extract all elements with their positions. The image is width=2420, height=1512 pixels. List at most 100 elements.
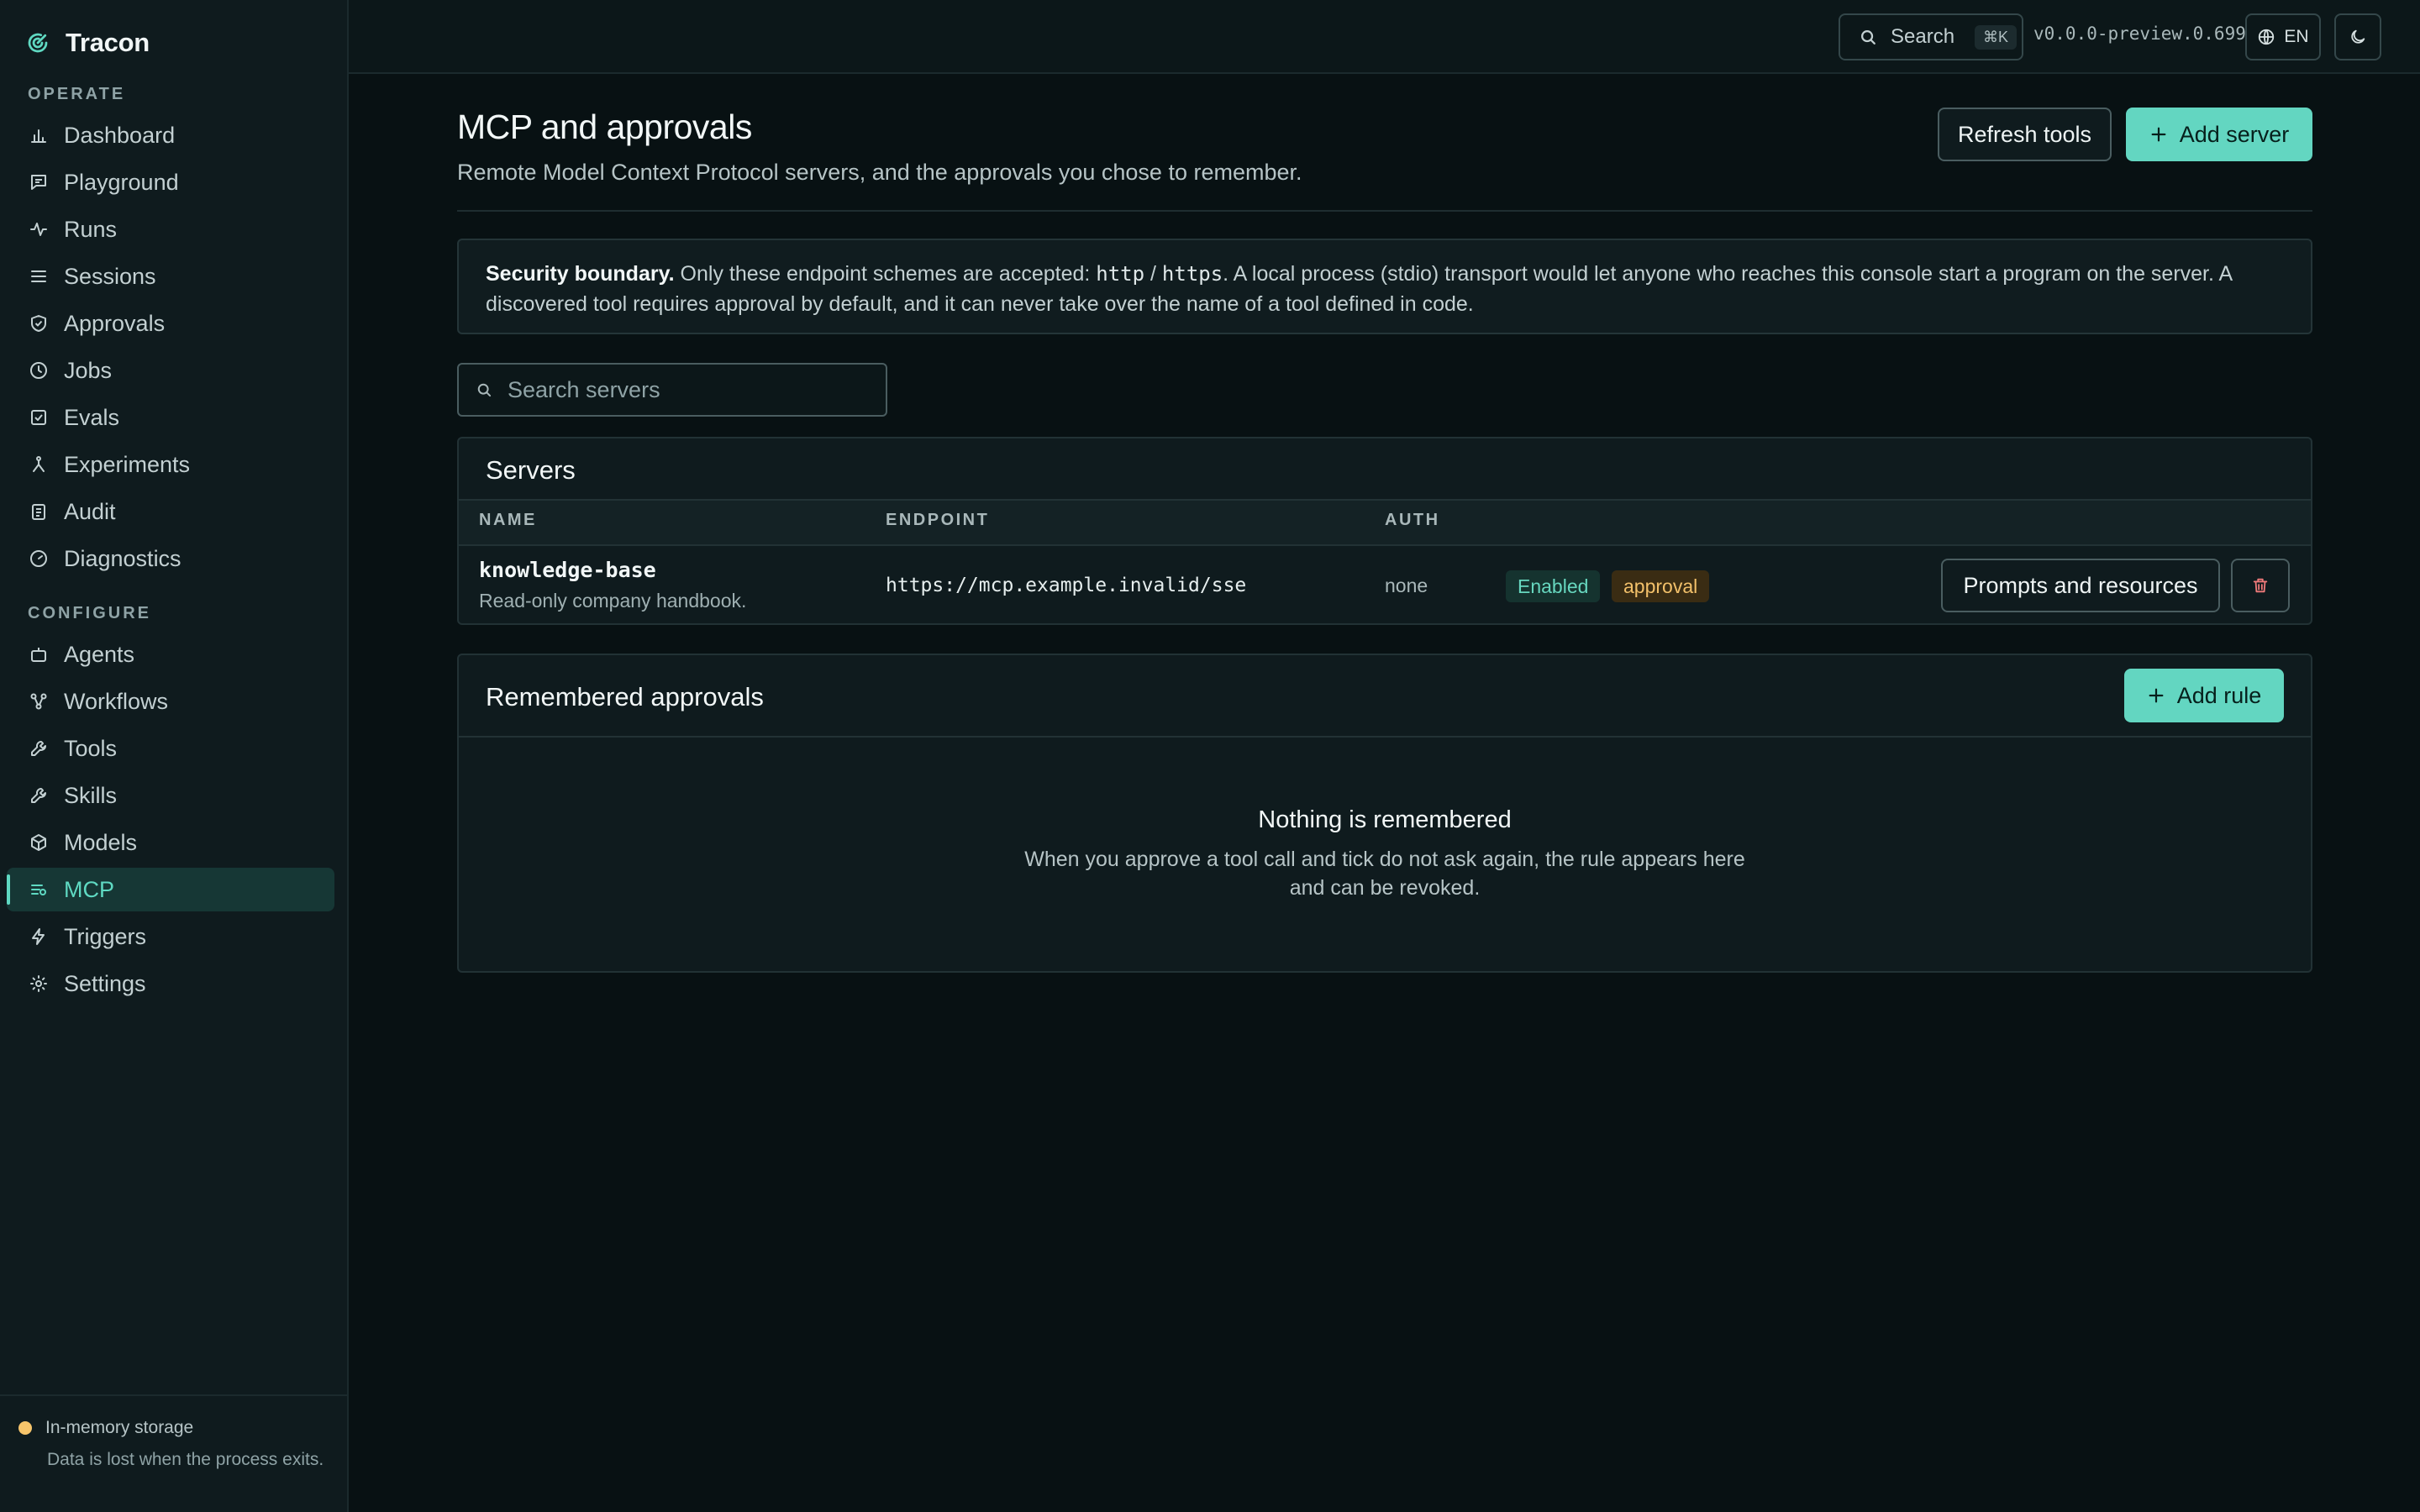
search-shortcut: ⌘K	[1975, 24, 2018, 50]
policy-badge: approval	[1612, 570, 1710, 602]
notice-lead: Security boundary.	[486, 262, 675, 286]
add-rule-label: Add rule	[2176, 682, 2262, 708]
server-search-field[interactable]	[457, 363, 887, 417]
add-server-label: Add server	[2179, 121, 2290, 147]
wrench-icon	[31, 788, 46, 803]
sidebar-item-dashboard[interactable]: Dashboard	[7, 113, 334, 157]
sidebar-item-label: Workflows	[64, 688, 169, 714]
sidebar-item-label: Models	[64, 829, 138, 855]
storage-status-dot	[18, 1421, 32, 1435]
global-search-label: Search	[1891, 25, 1955, 48]
column-header-endpoint: ENDPOINT	[886, 511, 990, 529]
add-rule-button[interactable]: Add rule	[2124, 669, 2284, 722]
global-search-button[interactable]: Search ⌘K	[1839, 13, 2023, 60]
refresh-tools-label: Refresh tools	[1957, 121, 2092, 147]
sun-icon	[30, 975, 47, 992]
add-server-button[interactable]: Add server	[2126, 108, 2312, 161]
page-subtitle: Remote Model Context Protocol servers, a…	[457, 160, 1302, 185]
theme-toggle-button[interactable]	[2334, 13, 2381, 60]
sidebar-item-triggers[interactable]: Triggers	[7, 915, 334, 958]
notice-text: Only these endpoint schemes are accepted…	[674, 262, 1097, 286]
plus-icon	[2149, 688, 2164, 703]
version-label: v0.0.0-preview.0.699	[2033, 24, 2246, 44]
sidebar-item-label: Skills	[64, 782, 118, 808]
sidebar-item-label: Triggers	[64, 923, 147, 949]
scheme-separator: /	[1144, 262, 1162, 286]
sidebar-item-audit[interactable]: Audit	[7, 490, 334, 533]
sidebar-item-workflows[interactable]: Workflows	[7, 680, 334, 723]
sidebar-item-jobs[interactable]: Jobs	[7, 349, 334, 392]
bar-chart-icon	[31, 129, 46, 143]
workflow-icon	[30, 693, 47, 710]
shield-check-icon	[31, 315, 46, 332]
sidebar-item-label: Sessions	[64, 263, 156, 289]
storage-title: In-memory storage	[45, 1418, 194, 1437]
sidebar-item-agents[interactable]: Agents	[7, 633, 334, 676]
sidebar-item-approvals[interactable]: Approvals	[7, 302, 334, 345]
checkbox-icon	[31, 410, 46, 425]
sidebar-item-label: Dashboard	[64, 122, 176, 148]
approvals-title: Remembered approvals	[486, 682, 764, 711]
refresh-tools-button[interactable]: Refresh tools	[1938, 108, 2112, 161]
sidebar-item-label: MCP	[64, 876, 114, 902]
storage-description: Data is lost when the process exits.	[47, 1450, 324, 1469]
sidebar-item-skills[interactable]: Skills	[7, 774, 334, 817]
brand[interactable]: Tracon	[25, 25, 150, 60]
search-icon	[477, 383, 492, 397]
prompts-resources-label: Prompts and resources	[1963, 572, 2198, 598]
clock-icon	[30, 362, 47, 379]
sidebar-item-label: Settings	[64, 970, 146, 996]
sidebar-item-runs[interactable]: Runs	[7, 207, 334, 251]
header-divider	[457, 210, 2312, 212]
servers-title: Servers	[486, 455, 576, 485]
sidebar-item-evals[interactable]: Evals	[7, 396, 334, 439]
sidebar-item-sessions[interactable]: Sessions	[7, 255, 334, 298]
plus-icon	[2151, 127, 2166, 142]
empty-state-description: When you approve a tool call and tick do…	[1024, 848, 1745, 900]
scheme-http: http	[1096, 262, 1145, 286]
section-label-configure: CONFIGURE	[28, 604, 151, 622]
mcp-icon	[31, 885, 46, 895]
cube-icon	[31, 834, 46, 851]
sidebar-item-label: Agents	[64, 641, 135, 667]
message-icon	[31, 175, 46, 190]
server-auth: none	[1385, 575, 1428, 596]
sidebar-item-label: Diagnostics	[64, 545, 182, 571]
language-button[interactable]: EN	[2245, 13, 2321, 60]
sidebar-item-diagnostics[interactable]: Diagnostics	[7, 537, 334, 580]
globe-icon	[2259, 29, 2275, 45]
sidebar-item-tools[interactable]: Tools	[7, 727, 334, 770]
sidebar-item-label: Jobs	[64, 357, 113, 383]
sidebar-item-experiments[interactable]: Experiments	[7, 443, 334, 486]
sidebar-item-settings[interactable]: Settings	[7, 962, 334, 1005]
column-header-name: NAME	[479, 511, 537, 529]
sidebar-item-label: Runs	[64, 216, 118, 242]
sidebar: Tracon OPERATE Dashboard Playground Runs…	[0, 0, 349, 1512]
app-name: Tracon	[66, 28, 150, 57]
sidebar-item-label: Experiments	[64, 451, 191, 477]
status-badge: Enabled	[1506, 570, 1601, 602]
sidebar-item-label: Tools	[64, 735, 118, 761]
page-title: MCP and approvals	[457, 108, 752, 146]
section-label-operate: OPERATE	[28, 85, 126, 103]
empty-state-title: Nothing is remembered	[1258, 806, 1512, 833]
sidebar-item-label: Approvals	[64, 310, 166, 336]
server-search-input[interactable]	[508, 376, 860, 403]
bot-icon	[31, 648, 46, 662]
sidebar-item-mcp[interactable]: MCP	[7, 868, 334, 911]
zap-icon	[32, 928, 45, 945]
delete-server-button[interactable]	[2231, 559, 2290, 612]
column-header-auth: AUTH	[1385, 511, 1440, 529]
tracon-logo-icon	[28, 33, 48, 53]
approvals-divider	[459, 736, 2311, 738]
sidebar-item-models[interactable]: Models	[7, 821, 334, 864]
sidebar-item-playground[interactable]: Playground	[7, 160, 334, 204]
prompts-resources-button[interactable]: Prompts and resources	[1941, 559, 2220, 612]
language-label: EN	[2284, 27, 2309, 46]
sidebar-item-label: Playground	[64, 169, 179, 195]
topbar: Search ⌘K v0.0.0-preview.0.699 EN	[349, 0, 2420, 74]
server-description: Read-only company handbook.	[479, 590, 747, 612]
moon-icon	[2351, 29, 2365, 44]
sidebar-item-label: Evals	[64, 404, 120, 430]
server-endpoint: https://mcp.example.invalid/sse	[886, 575, 1247, 596]
